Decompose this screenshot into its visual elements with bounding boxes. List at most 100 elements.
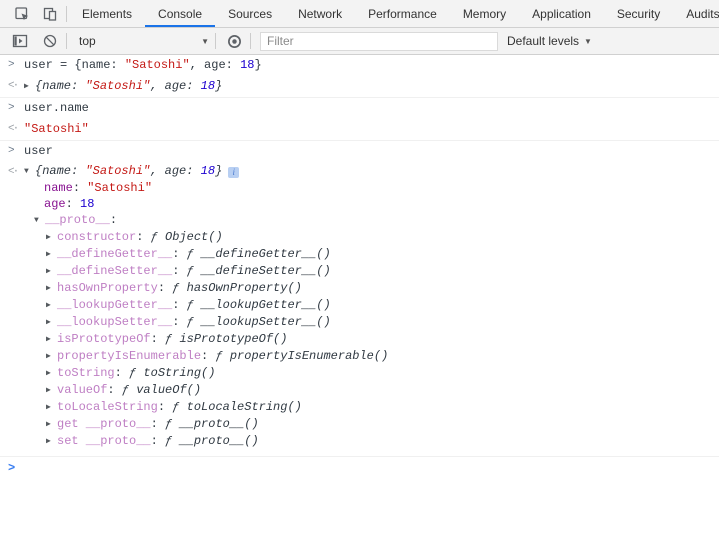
property-row-age[interactable]: age: 18	[24, 196, 719, 212]
proto-property-row[interactable]: ▶constructor: ƒ Object()	[24, 229, 719, 246]
function-symbol: ƒ	[187, 264, 201, 278]
console-output-chevron-icon: <·	[0, 163, 24, 182]
console-group-assignment: > user = {name: "Satoshi", age: 18} <· ▶…	[0, 55, 719, 98]
expand-triangle-icon[interactable]: ▶	[46, 417, 57, 433]
string-literal: "Satoshi"	[85, 164, 150, 178]
console-result-row[interactable]: <· ▶{name: "Satoshi", age: 18}	[0, 76, 719, 97]
console-result-row: <· "Satoshi"	[0, 119, 719, 140]
proto-property-row[interactable]: ▶set __proto__: ƒ __proto__()	[24, 433, 719, 450]
number-literal: 18	[240, 58, 254, 72]
code-segment: , age:	[150, 164, 200, 178]
console-prompt-chevron-icon: >	[0, 459, 24, 478]
console-input-row[interactable]: > user	[0, 141, 719, 162]
console-input-chevron-icon: >	[0, 99, 24, 118]
function-symbol: ƒ	[172, 400, 186, 414]
collapse-triangle-icon[interactable]: ▼	[24, 163, 35, 180]
console-command-text: user = {name: "Satoshi", age: 18}	[24, 56, 719, 75]
proto-property-row[interactable]: ▶propertyIsEnumerable: ƒ propertyIsEnume…	[24, 348, 719, 365]
object-preview-text: {name: "Satoshi", age: 18}	[35, 164, 222, 178]
log-levels-dropdown[interactable]: Default levels ▼	[507, 34, 592, 48]
expand-triangle-icon[interactable]: ▶	[46, 264, 57, 280]
proto-property-row[interactable]: ▶__lookupSetter__: ƒ __lookupSetter__()	[24, 314, 719, 331]
tab-performance[interactable]: Performance	[355, 0, 450, 27]
console-prompt[interactable]: >	[0, 457, 719, 480]
property-row-name[interactable]: name: "Satoshi"	[24, 180, 719, 196]
expand-triangle-icon[interactable]: ▶	[46, 434, 57, 450]
expand-triangle-icon[interactable]: ▶	[46, 230, 57, 246]
property-key: toLocaleString	[57, 400, 158, 414]
code-segment: :	[66, 197, 80, 211]
proto-property-row[interactable]: ▶hasOwnProperty: ƒ hasOwnProperty()	[24, 280, 719, 297]
code-segment: :	[172, 264, 186, 278]
function-symbol: ƒ	[215, 349, 229, 363]
tab-application[interactable]: Application	[519, 0, 604, 27]
string-result: "Satoshi"	[24, 120, 719, 139]
console-input-row[interactable]: > user = {name: "Satoshi", age: 18}	[0, 55, 719, 76]
proto-property-row[interactable]: ▶valueOf: ƒ valueOf()	[24, 382, 719, 399]
expand-triangle-icon[interactable]: ▶	[46, 281, 57, 297]
object-state-info-icon[interactable]: i	[228, 167, 239, 178]
code-segment: user =	[24, 58, 74, 72]
toolbar-separator	[66, 6, 67, 22]
tab-sources[interactable]: Sources	[215, 0, 285, 27]
collapse-triangle-icon[interactable]: ▼	[34, 213, 45, 229]
property-key: age	[44, 197, 66, 211]
collapsed-object-preview[interactable]: ▶{name: "Satoshi", age: 18}	[24, 77, 719, 96]
function-signature: valueOf()	[136, 383, 201, 397]
tab-audits[interactable]: Audits	[673, 0, 719, 27]
property-key: hasOwnProperty	[57, 281, 158, 295]
tab-security[interactable]: Security	[604, 0, 673, 27]
proto-property-row[interactable]: ▶toLocaleString: ƒ toLocaleString()	[24, 399, 719, 416]
clear-console-icon[interactable]	[36, 28, 64, 54]
proto-property-row[interactable]: ▶get __proto__: ƒ __proto__()	[24, 416, 719, 433]
property-key: __defineSetter__	[57, 264, 172, 278]
property-key: get __proto__	[57, 417, 151, 431]
number-literal: 18	[80, 197, 94, 211]
function-symbol: ƒ	[165, 332, 179, 346]
console-command-text: user	[24, 142, 719, 161]
expand-triangle-icon[interactable]: ▶	[46, 298, 57, 314]
inspect-element-icon[interactable]	[8, 1, 36, 27]
string-literal: "Satoshi"	[125, 58, 190, 72]
string-literal: "Satoshi"	[85, 79, 150, 93]
proto-row[interactable]: ▼__proto__:	[24, 212, 719, 229]
expand-triangle-icon[interactable]: ▶	[46, 332, 57, 348]
expand-triangle-icon[interactable]: ▶	[24, 77, 35, 96]
expanded-object-tree: ▼{name: "Satoshi", age: 18}i name: "Sato…	[24, 163, 719, 450]
function-signature: __lookupSetter__()	[201, 315, 331, 329]
proto-property-row[interactable]: ▶isPrototypeOf: ƒ isPrototypeOf()	[24, 331, 719, 348]
proto-property-row[interactable]: ▶__lookupGetter__: ƒ __lookupGetter__()	[24, 297, 719, 314]
function-signature: propertyIsEnumerable()	[230, 349, 388, 363]
tab-elements[interactable]: Elements	[69, 0, 145, 27]
filter-input[interactable]	[260, 32, 498, 51]
expand-triangle-icon[interactable]: ▶	[46, 400, 57, 416]
tab-memory[interactable]: Memory	[450, 0, 519, 27]
console-input-row[interactable]: > user.name	[0, 98, 719, 119]
function-symbol: ƒ	[129, 366, 143, 380]
number-literal: 18	[201, 79, 215, 93]
javascript-context-dropdown[interactable]: top ▼	[75, 31, 213, 51]
code-segment: :	[115, 366, 129, 380]
tabbar-left-icons	[0, 0, 69, 27]
proto-property-row[interactable]: ▶__defineSetter__: ƒ __defineSetter__()	[24, 263, 719, 280]
tab-console[interactable]: Console	[145, 0, 215, 27]
expand-triangle-icon[interactable]: ▶	[46, 315, 57, 331]
expand-triangle-icon[interactable]: ▶	[46, 247, 57, 263]
proto-property-row[interactable]: ▶__defineGetter__: ƒ __defineGetter__()	[24, 246, 719, 263]
object-preview-row[interactable]: ▼{name: "Satoshi", age: 18} i	[24, 163, 719, 180]
proto-property-row[interactable]: ▶toString: ƒ toString()	[24, 365, 719, 382]
expand-triangle-icon[interactable]: ▶	[46, 349, 57, 365]
live-expression-eye-icon[interactable]	[220, 28, 248, 54]
console-sidebar-icon[interactable]	[6, 28, 34, 54]
function-signature: toLocaleString()	[187, 400, 302, 414]
chevron-down-icon: ▼	[201, 37, 209, 46]
code-segment: :	[201, 349, 215, 363]
tab-network[interactable]: Network	[285, 0, 355, 27]
expand-triangle-icon[interactable]: ▶	[46, 366, 57, 382]
console-group-property-access: > user.name <· "Satoshi"	[0, 98, 719, 141]
proto-key: __proto__	[45, 213, 110, 227]
code-segment: :	[151, 434, 165, 448]
expand-triangle-icon[interactable]: ▶	[46, 383, 57, 399]
property-key: constructor	[57, 230, 136, 244]
device-toolbar-icon[interactable]	[36, 1, 64, 27]
